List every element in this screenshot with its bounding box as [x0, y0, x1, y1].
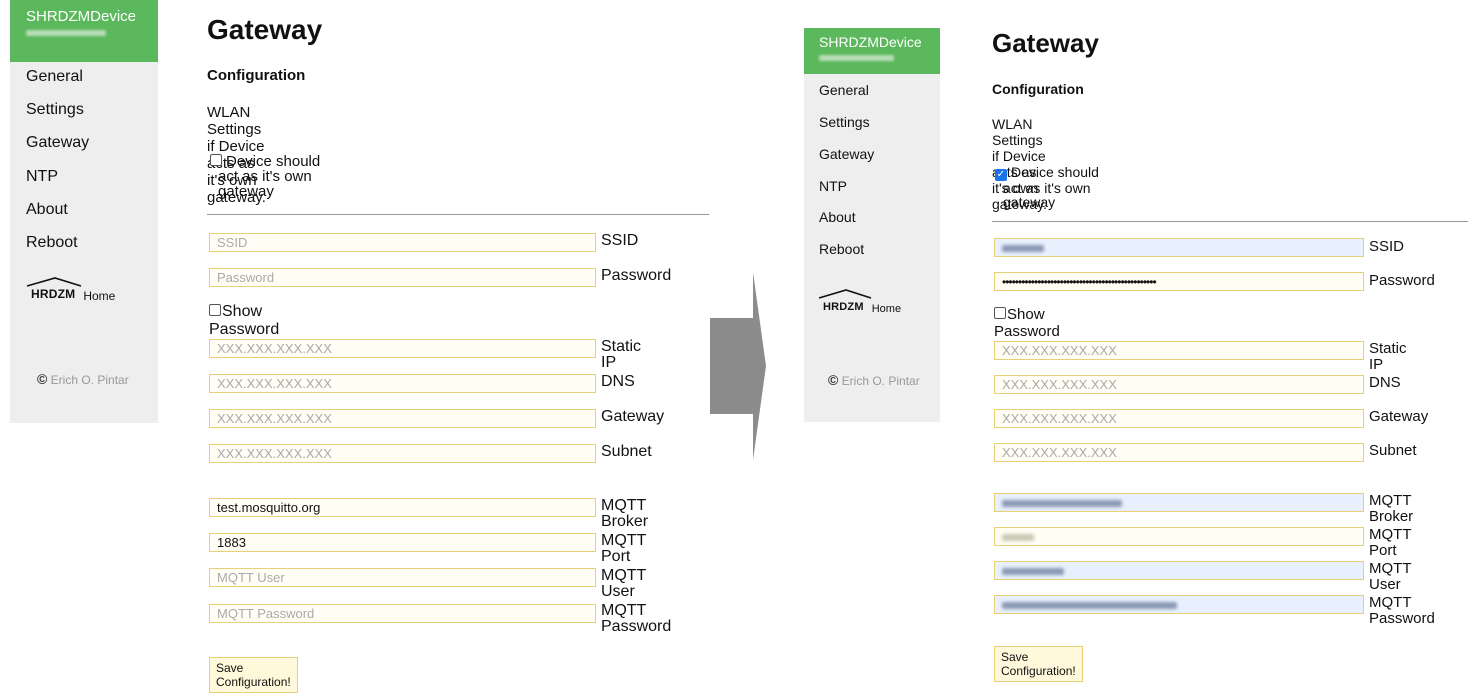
gateway-label: Gateway	[1369, 408, 1429, 425]
password-input[interactable]: ••••••••••••••••••••••••••••••••••••••••…	[994, 272, 1364, 291]
sidebar-item-reboot[interactable]: Reboot	[26, 234, 78, 252]
home-link[interactable]: Home	[872, 303, 901, 315]
gateway-input[interactable]: XXX.XXX.XXX.XXX	[209, 409, 596, 428]
device-id-blurred	[26, 30, 106, 36]
sidebar-item-general[interactable]: General	[26, 68, 83, 86]
show-password-checkbox[interactable]	[209, 304, 221, 316]
dns-input[interactable]: XXX.XXX.XXX.XXX	[209, 374, 596, 393]
copyright-icon: ©	[828, 372, 839, 388]
mqtt-broker-label: MQTT Broker	[1369, 492, 1414, 525]
mqtt-password-label: MQTT Password	[601, 602, 672, 635]
show-password-option: Show Password	[209, 303, 280, 338]
own-gateway-option: Device should act as it's own gateway	[210, 154, 340, 199]
save-configuration-button[interactable]: Save Configuration!	[994, 646, 1083, 682]
sidebar-header[interactable]: SHRDZMDevice	[804, 28, 940, 74]
save-configuration-button[interactable]: Save Configuration!	[209, 657, 298, 693]
password-label: Password	[1369, 272, 1435, 289]
show-password-checkbox[interactable]	[994, 307, 1006, 319]
mqtt-password-input[interactable]: MQTT Password	[209, 604, 596, 623]
sidebar-item-general[interactable]: General	[819, 82, 869, 98]
sidebar-item-about[interactable]: About	[26, 201, 68, 219]
shrdzm-logo[interactable]: HRDZM Home	[818, 289, 901, 315]
dns-label: DNS	[1369, 374, 1401, 391]
ssid-input[interactable]	[994, 238, 1364, 257]
sidebar: SHRDZMDevice General Settings Gateway NT…	[804, 28, 940, 422]
device-title: SHRDZMDevice	[26, 8, 137, 25]
divider	[992, 221, 1468, 222]
mqtt-port-input[interactable]	[994, 527, 1364, 546]
mqtt-password-label: MQTT Password	[1369, 594, 1435, 627]
page-title: Gateway	[992, 28, 1099, 58]
mqtt-port-label: MQTT Port	[601, 532, 647, 565]
sidebar-item-reboot[interactable]: Reboot	[819, 241, 864, 257]
mqtt-broker-input[interactable]: test.mosquitto.org	[209, 498, 596, 517]
password-input[interactable]: Password	[209, 268, 596, 287]
subnet-input[interactable]: XXX.XXX.XXX.XXX	[994, 443, 1364, 462]
device-title: SHRDZMDevice	[819, 34, 922, 50]
subnet-label: Subnet	[601, 443, 652, 460]
left-screenshot: SHRDZMDevice General Settings Gateway NT…	[0, 0, 740, 695]
sidebar-item-ntp[interactable]: NTP	[819, 178, 847, 194]
mqtt-broker-label: MQTT Broker	[601, 497, 649, 530]
gateway-label: Gateway	[601, 408, 665, 425]
roof-icon	[818, 289, 872, 299]
shrdzm-logo-icon: HRDZM	[818, 289, 872, 315]
dns-label: DNS	[601, 373, 635, 390]
mqtt-user-label: MQTT User	[601, 567, 647, 600]
sidebar-item-gateway[interactable]: Gateway	[26, 134, 89, 152]
page-title: Gateway	[207, 14, 323, 45]
arrow-right-icon	[710, 272, 766, 460]
mqtt-user-input[interactable]: MQTT User	[209, 568, 596, 587]
device-id-blurred	[819, 55, 894, 61]
mqtt-user-label: MQTT User	[1369, 560, 1412, 593]
ssid-input[interactable]: SSID	[209, 233, 596, 252]
own-gateway-option: ✓ Device should act as it's own gateway	[995, 164, 1099, 210]
roof-icon	[26, 277, 82, 287]
sidebar-item-gateway[interactable]: Gateway	[819, 146, 874, 162]
ssid-label: SSID	[601, 232, 639, 249]
section-title: Configuration	[207, 67, 306, 84]
section-title: Configuration	[992, 81, 1084, 97]
sidebar-header[interactable]: SHRDZMDevice	[10, 0, 158, 62]
copyright: © Erich O. Pintar	[37, 371, 129, 387]
mqtt-broker-input[interactable]	[994, 493, 1364, 512]
shrdzm-logo[interactable]: HRDZM Home	[26, 277, 115, 303]
sidebar: SHRDZMDevice General Settings Gateway NT…	[10, 0, 158, 423]
mqtt-port-label: MQTT Port	[1369, 526, 1412, 559]
show-password-option: Show Password	[994, 306, 1060, 340]
sidebar-item-ntp[interactable]: NTP	[26, 168, 58, 186]
mqtt-password-input[interactable]	[994, 595, 1364, 614]
divider	[207, 214, 709, 215]
sidebar-item-about[interactable]: About	[819, 209, 856, 225]
copyright-icon: ©	[37, 371, 48, 387]
password-label: Password	[601, 267, 672, 284]
sidebar-item-settings[interactable]: Settings	[26, 101, 84, 119]
home-link[interactable]: Home	[83, 289, 115, 303]
mqtt-port-input[interactable]: 1883	[209, 533, 596, 552]
copyright: © Erich O. Pintar	[828, 372, 920, 388]
gateway-input[interactable]: XXX.XXX.XXX.XXX	[994, 409, 1364, 428]
ssid-label: SSID	[1369, 238, 1405, 255]
own-gateway-checkbox[interactable]	[210, 154, 222, 166]
static-ip-input[interactable]: XXX.XXX.XXX.XXX	[209, 339, 596, 358]
static-ip-label: Static IP	[601, 338, 642, 371]
subnet-input[interactable]: XXX.XXX.XXX.XXX	[209, 444, 596, 463]
sidebar-item-settings[interactable]: Settings	[819, 114, 870, 130]
static-ip-label: Static IP	[1369, 340, 1407, 373]
static-ip-input[interactable]: XXX.XXX.XXX.XXX	[994, 341, 1364, 360]
right-screenshot: SHRDZMDevice General Settings Gateway NT…	[770, 0, 1475, 695]
shrdzm-logo-icon: HRDZM	[26, 277, 82, 303]
subnet-label: Subnet	[1369, 442, 1417, 459]
dns-input[interactable]: XXX.XXX.XXX.XXX	[994, 375, 1364, 394]
mqtt-user-input[interactable]	[994, 561, 1364, 580]
